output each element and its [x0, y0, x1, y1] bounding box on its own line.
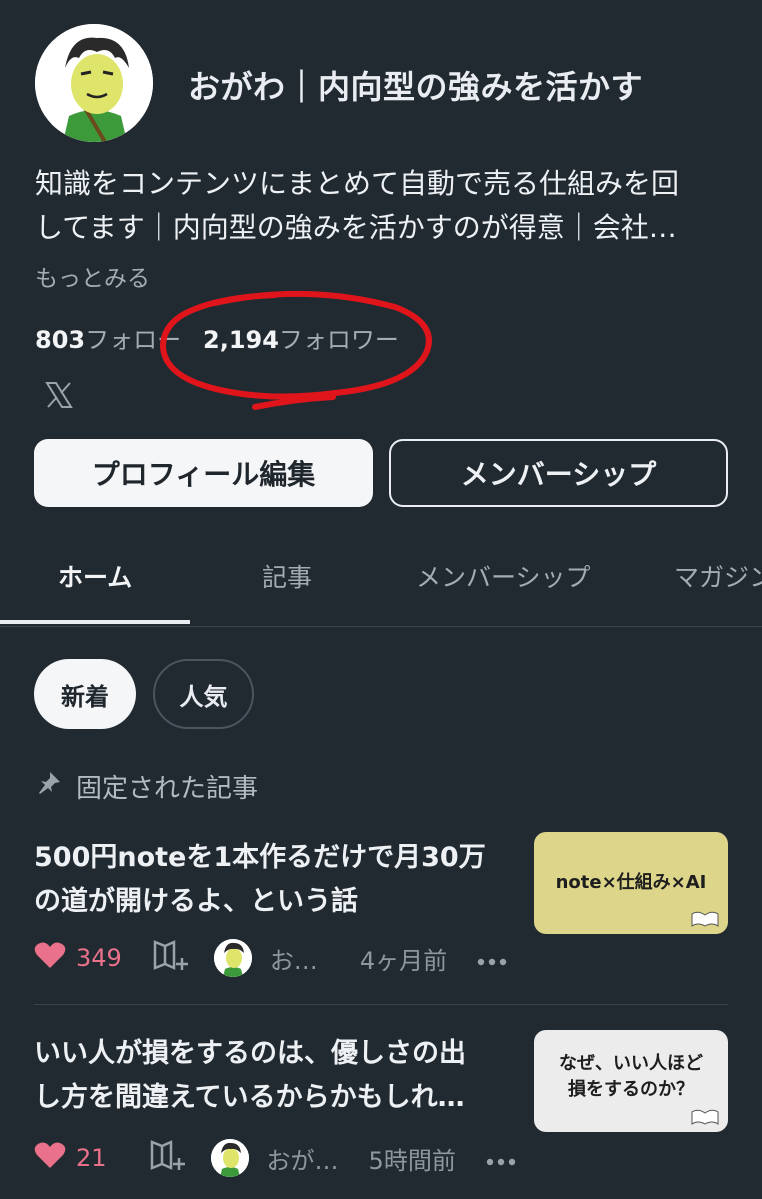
article-thumbnail[interactable]: なぜ、いい人ほど 損をするのか？	[534, 1030, 728, 1132]
book-icon	[691, 1109, 719, 1125]
article-title[interactable]: 500円noteを1本作るだけで月30万 の道が開けるよ、という話	[34, 836, 514, 924]
active-tab-indicator	[0, 620, 190, 624]
article-title-line: し方を間違えているからかもしれ…	[34, 1082, 465, 1113]
following-label: フォロー	[85, 326, 182, 354]
pinned-section-label: 固定された記事	[36, 768, 258, 805]
x-icon[interactable]	[44, 380, 74, 410]
filter-popular-chip[interactable]: 人気	[153, 659, 254, 729]
author-name[interactable]: お…	[270, 941, 318, 976]
thumbnail-text: 損をするのか？	[568, 1079, 694, 1100]
tab-magazine[interactable]: マガジン	[674, 558, 762, 594]
following-stat[interactable]: 803フォロー	[35, 326, 181, 354]
book-icon	[691, 911, 719, 927]
tab-articles[interactable]: 記事	[262, 558, 312, 594]
author-avatar[interactable]	[213, 939, 252, 977]
article-thumbnail[interactable]: note×仕組み×AI	[534, 832, 728, 934]
filter-new-chip[interactable]: 新着	[34, 659, 136, 729]
following-count: 803	[35, 326, 86, 354]
author-avatar[interactable]	[210, 1139, 249, 1177]
profile-bio: 知識をコンテンツにまとめて自動で売る仕組みを回 してます｜内向型の強みを活かすの…	[35, 162, 725, 250]
article-time: 4ヶ月前	[359, 946, 448, 975]
more-options-icon[interactable]	[486, 1144, 516, 1172]
heart-icon[interactable]	[34, 941, 66, 975]
tab-membership[interactable]: メンバーシップ	[416, 558, 591, 594]
article-divider	[34, 1004, 728, 1005]
article-title-line: の道が開けるよ、という話	[34, 886, 358, 917]
author-name[interactable]: おが…	[267, 1141, 339, 1176]
more-options-icon[interactable]	[477, 944, 507, 972]
pin-icon	[36, 770, 62, 803]
article-meta: 349 お… 4ヶ月前	[34, 938, 507, 978]
edit-profile-button[interactable]: プロフィール編集	[34, 439, 373, 507]
profile-name: おがわ｜内向型の強みを活かす	[188, 68, 644, 106]
profile-tabs: ホーム 記事 メンバーシップ マガジン	[0, 546, 762, 627]
bio-line: 知識をコンテンツにまとめて自動で売る仕組みを回	[35, 167, 680, 200]
membership-button[interactable]: メンバーシップ	[389, 439, 728, 507]
article-meta: 21 おが… 5時間前	[34, 1138, 516, 1178]
show-more-link[interactable]: もっとみる	[35, 259, 150, 293]
thumbnail-text: note×仕組み×AI	[555, 872, 707, 893]
like-count: 349	[76, 944, 122, 972]
article-card[interactable]: いい人が損をするのは、優しさの出 し方を間違えているからかもしれ… なぜ、いい人…	[34, 1030, 728, 1192]
article-title[interactable]: いい人が損をするのは、優しさの出 し方を間違えているからかもしれ…	[34, 1032, 514, 1120]
article-title-line: 500円noteを1本作るだけで月30万	[34, 842, 486, 873]
tab-home[interactable]: ホーム	[58, 558, 132, 594]
article-card[interactable]: 500円noteを1本作るだけで月30万 の道が開けるよ、という話 note×仕…	[34, 832, 728, 984]
followers-count: 2,194	[203, 326, 279, 354]
profile-avatar[interactable]	[35, 24, 153, 142]
article-title-line: いい人が損をするのは、優しさの出	[34, 1038, 466, 1069]
thumbnail-text: なぜ、いい人ほど	[559, 1053, 703, 1074]
add-to-magazine-icon[interactable]	[149, 1138, 189, 1178]
follow-stats: 803フォロー 2,194フォロワー	[35, 320, 399, 354]
bio-line: してます｜内向型の強みを活かすのが得意｜会社…	[35, 211, 677, 244]
add-to-magazine-icon[interactable]	[152, 938, 192, 978]
followers-label: フォロワー	[278, 326, 399, 354]
heart-icon[interactable]	[34, 1141, 66, 1175]
pinned-label-text: 固定された記事	[76, 774, 259, 804]
like-count: 21	[76, 1144, 107, 1172]
followers-stat[interactable]: 2,194フォロワー	[203, 320, 399, 355]
article-time: 5時間前	[368, 1146, 456, 1175]
